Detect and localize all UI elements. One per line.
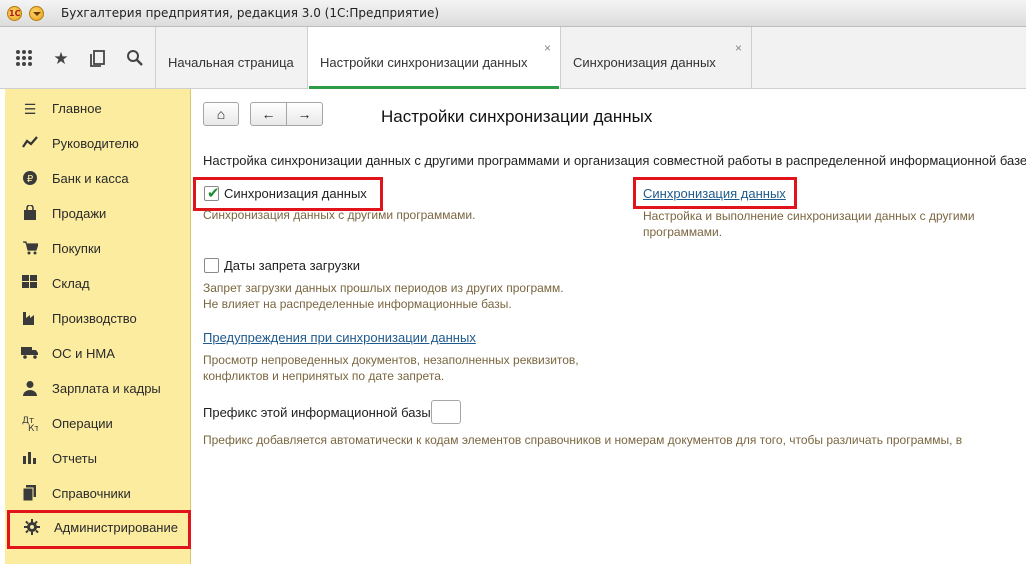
tab-home-page[interactable]: Начальная страница [155, 27, 307, 89]
sidebar-item-label: Справочники [52, 486, 131, 501]
books-icon [21, 485, 39, 503]
ruble-icon: ₽ [21, 170, 39, 188]
sidebar-item-label: Зарплата и кадры [52, 381, 161, 396]
cart-icon [21, 240, 39, 258]
factory-icon [21, 310, 39, 328]
sidebar-item-label: Отчеты [52, 451, 97, 466]
ban-dates-note: Не влияет на распределенные информационн… [203, 297, 512, 311]
sidebar-item-reports[interactable]: Отчеты [5, 441, 191, 476]
ban-dates-checkbox[interactable] [204, 258, 219, 273]
ban-dates-note: Запрет загрузки данных прошлых периодов … [203, 281, 564, 295]
sidebar-item-assets[interactable]: ОС и НМА [5, 336, 191, 371]
sidebar-item-manager[interactable]: Руководителю [5, 126, 191, 161]
page-title: Настройки синхронизации данных [381, 107, 653, 126]
sync-link[interactable]: Синхронизация данных [643, 186, 786, 201]
tab-label: Начальная страница [168, 55, 294, 70]
prefix-label: Префикс этой информационной базы: [203, 405, 435, 420]
sidebar-item-salary[interactable]: Зарплата и кадры [5, 371, 191, 406]
sync-note: Синхронизация данных с другими программа… [203, 208, 476, 222]
shopping-bag-icon [21, 204, 39, 223]
warehouse-icon [21, 275, 39, 293]
sync-warnings-link[interactable]: Предупреждения при синхронизации данных [203, 330, 476, 345]
window-title: Бухгалтерия предприятия, редакция 3.0 (1… [61, 6, 440, 20]
sidebar-item-label: Администрирование [54, 520, 178, 535]
sync-link-note: программами. [643, 225, 723, 239]
star-icon[interactable]: ★ [50, 49, 72, 69]
home-icon: ⌂ [216, 106, 226, 122]
svg-text:₽: ₽ [27, 174, 34, 185]
forward-button[interactable]: → [286, 102, 323, 126]
main-form: ⌂ ← → Настройки синхронизации данных Нас… [191, 89, 1026, 564]
home-button[interactable]: ⌂ [203, 102, 239, 126]
sidebar-item-sales[interactable]: Продажи [5, 196, 191, 231]
trend-icon [21, 135, 39, 153]
tab-label: Синхронизация данных [573, 55, 716, 70]
form-description: Настройка синхронизации данных с другими… [203, 153, 1026, 168]
sidebar-item-label: Главное [52, 101, 102, 116]
sidebar-item-label: Покупки [52, 241, 101, 256]
sidebar-item-label: ОС и НМА [52, 346, 115, 361]
gear-icon [23, 519, 41, 537]
sidebar-item-label: Продажи [52, 206, 107, 221]
sidebar-item-warehouse[interactable]: Склад [5, 266, 191, 301]
operations-icon: Дт Кт [21, 415, 40, 434]
checkmark-icon: ✔ [207, 185, 220, 202]
arrow-left-icon: ← [261, 106, 276, 122]
sync-checkbox[interactable]: ✔ [204, 185, 220, 202]
sidebar-item-catalogs[interactable]: Справочники [5, 476, 191, 511]
grid-menu-icon[interactable] [13, 49, 35, 69]
prefix-input[interactable] [431, 400, 461, 424]
sidebar-item-label: Операции [52, 416, 113, 431]
sync-link-note: Настройка и выполнение синхронизации дан… [643, 209, 975, 223]
sidebar-item-label: Склад [52, 276, 90, 291]
sidebar-item-main[interactable]: ☰ Главное [5, 91, 191, 126]
ban-dates-label[interactable]: Даты запрета загрузки [224, 258, 360, 273]
sidebar-item-label: Производство [52, 311, 137, 326]
warnings-note: Просмотр непроведенных документов, незап… [203, 353, 579, 367]
person-icon [21, 380, 39, 398]
history-icon[interactable] [87, 49, 109, 69]
sidebar-item-operations[interactable]: Дт Кт Операции [5, 406, 191, 441]
tab-sync-settings[interactable]: Настройки синхронизации данных × [307, 27, 560, 89]
menu-lines-icon: ☰ [23, 101, 37, 117]
sidebar-item-bank[interactable]: ₽ Банк и касса [5, 161, 191, 196]
1c-logo-icon [7, 6, 22, 21]
sidebar-item-production[interactable]: Производство [5, 301, 191, 336]
bar-chart-icon [21, 450, 39, 468]
search-icon[interactable] [124, 49, 146, 69]
sidebar-item-purchases[interactable]: Покупки [5, 231, 191, 266]
sections-sidebar: ☰ Главное Руководителю ₽ Банк и касса Пр… [5, 89, 191, 564]
sidebar-item-label: Руководителю [52, 136, 139, 151]
window-titlebar: Бухгалтерия предприятия, редакция 3.0 (1… [0, 0, 1026, 27]
warnings-note: конфликтов и непринятых по дате запрета. [203, 369, 445, 383]
main-menu-dropdown-icon[interactable] [29, 6, 44, 21]
svg-text:Кт: Кт [28, 424, 38, 431]
tab-sync[interactable]: Синхронизация данных × [560, 27, 752, 89]
truck-icon [21, 345, 39, 363]
close-icon[interactable]: × [544, 41, 551, 55]
sync-checkbox-label[interactable]: Синхронизация данных [224, 186, 367, 201]
back-button[interactable]: ← [250, 102, 287, 126]
prefix-note: Префикс добавляется автоматически к кода… [203, 433, 963, 447]
sidebar-item-administration[interactable]: Администрирование [7, 510, 191, 549]
tab-strip: ★ Начальная страница Настройки синхрониз… [0, 27, 1026, 89]
tab-label: Настройки синхронизации данных [320, 55, 528, 70]
arrow-right-icon: → [297, 106, 312, 122]
close-icon[interactable]: × [735, 41, 742, 55]
sidebar-item-label: Банк и касса [52, 171, 129, 186]
